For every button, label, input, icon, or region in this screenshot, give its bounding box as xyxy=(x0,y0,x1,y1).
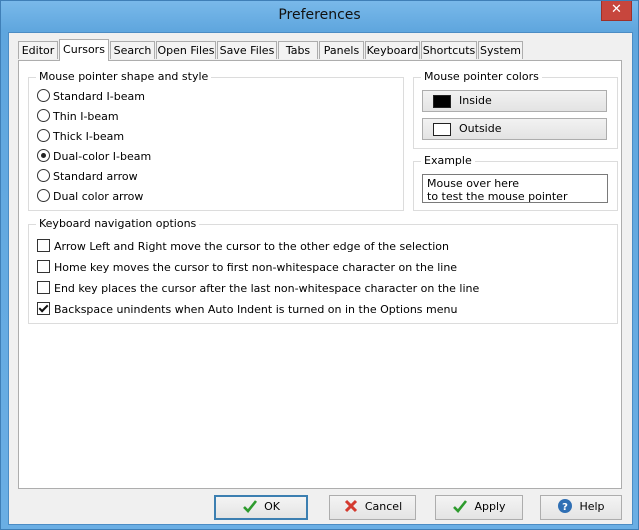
radio-dual-color-ibeam[interactable]: Dual-color I-beam xyxy=(37,149,151,165)
inside-color-swatch xyxy=(433,95,451,108)
checkmark-icon xyxy=(453,500,468,513)
radio-label: Dual-color I-beam xyxy=(53,150,152,163)
tab-shortcuts[interactable]: Shortcuts xyxy=(421,41,477,59)
keyboard-nav-title: Keyboard navigation options xyxy=(36,217,200,230)
example-title: Example xyxy=(421,154,475,167)
close-button[interactable]: ✕ xyxy=(601,1,632,21)
radio-dual-color-arrow[interactable]: Dual color arrow xyxy=(37,189,143,205)
tab-search[interactable]: Search xyxy=(110,41,155,59)
radio-label: Thin I-beam xyxy=(53,110,119,123)
apply-label: Apply xyxy=(474,500,506,513)
outside-color-swatch xyxy=(433,123,451,136)
radio-indicator[interactable] xyxy=(37,89,50,102)
help-label: Help xyxy=(579,500,605,513)
radio-label: Thick I-beam xyxy=(53,130,125,143)
pointer-shape-title: Mouse pointer shape and style xyxy=(36,70,212,83)
svg-text:?: ? xyxy=(563,502,569,513)
outside-color-button[interactable]: Outside xyxy=(422,118,607,140)
cancel-label: Cancel xyxy=(364,500,403,513)
outside-label: Outside xyxy=(459,122,502,135)
tab-editor[interactable]: Editor xyxy=(18,41,58,59)
help-button[interactable]: ? Help xyxy=(540,495,622,520)
tab-keyboard[interactable]: Keyboard xyxy=(365,41,420,59)
checkbox-arrow-left-right[interactable]: Arrow Left and Right move the cursor to … xyxy=(37,239,449,255)
radio-indicator[interactable] xyxy=(37,189,50,202)
ok-label: OK xyxy=(264,500,280,513)
checkmark-icon xyxy=(243,500,258,513)
preferences-window: Preferences ✕ Editor Cursors Search Open… xyxy=(0,0,639,530)
inside-color-button[interactable]: Inside xyxy=(422,90,607,112)
radio-standard-arrow[interactable]: Standard arrow xyxy=(37,169,138,185)
cancel-button[interactable]: Cancel xyxy=(329,495,416,520)
tab-panels[interactable]: Panels xyxy=(319,41,364,59)
pointer-colors-title: Mouse pointer colors xyxy=(421,70,542,83)
checkbox-label: Home key moves the cursor to first non-w… xyxy=(54,261,458,274)
checkbox-box[interactable] xyxy=(37,239,50,252)
checkbox-box[interactable] xyxy=(37,281,50,294)
dialog-body: Editor Cursors Search Open Files Save Fi… xyxy=(8,32,633,525)
example-line-1: Mouse over here xyxy=(427,177,520,190)
radio-indicator[interactable] xyxy=(37,109,50,122)
radio-standard-ibeam[interactable]: Standard I-beam xyxy=(37,89,145,105)
radio-indicator[interactable] xyxy=(37,129,50,142)
checkbox-label: Backspace unindents when Auto Indent is … xyxy=(54,303,458,316)
radio-indicator-selected[interactable] xyxy=(37,149,50,162)
inside-label: Inside xyxy=(459,94,492,107)
radio-label: Dual color arrow xyxy=(53,190,144,203)
tab-tabs[interactable]: Tabs xyxy=(278,41,318,59)
checkbox-box-checked[interactable] xyxy=(37,302,50,315)
keyboard-nav-group: Keyboard navigation options Arrow Left a… xyxy=(28,217,618,324)
example-line-2: to test the mouse pointer xyxy=(427,190,568,203)
radio-thin-ibeam[interactable]: Thin I-beam xyxy=(37,109,119,125)
radio-indicator[interactable] xyxy=(37,169,50,182)
example-test-area[interactable]: Mouse over here to test the mouse pointe… xyxy=(422,174,608,203)
cursors-panel: Mouse pointer shape and style Standard I… xyxy=(18,60,622,489)
checkbox-label: End key places the cursor after the last… xyxy=(54,282,480,295)
radio-label: Standard arrow xyxy=(53,170,138,183)
checkbox-home-key[interactable]: Home key moves the cursor to first non-w… xyxy=(37,260,457,276)
tab-open-files[interactable]: Open Files xyxy=(156,41,216,59)
ok-button[interactable]: OK xyxy=(214,495,308,520)
pointer-shape-group: Mouse pointer shape and style Standard I… xyxy=(28,70,404,211)
window-title: Preferences xyxy=(278,7,361,23)
checkbox-label: Arrow Left and Right move the cursor to … xyxy=(54,240,449,253)
checkbox-backspace-unindents[interactable]: Backspace unindents when Auto Indent is … xyxy=(37,302,457,318)
tab-system[interactable]: System xyxy=(478,41,523,59)
pointer-colors-group: Mouse pointer colors Inside Outside xyxy=(413,70,618,149)
cross-icon xyxy=(344,499,357,513)
checkbox-box[interactable] xyxy=(37,260,50,273)
close-icon: ✕ xyxy=(611,2,622,17)
apply-button[interactable]: Apply xyxy=(435,495,523,520)
radio-thick-ibeam[interactable]: Thick I-beam xyxy=(37,129,124,145)
example-group: Example Mouse over here to test the mous… xyxy=(413,154,618,211)
radio-label: Standard I-beam xyxy=(53,90,145,103)
title-bar[interactable]: Preferences ✕ xyxy=(1,1,638,32)
tab-cursors[interactable]: Cursors xyxy=(59,39,109,61)
help-icon: ? xyxy=(558,499,573,513)
tab-save-files[interactable]: Save Files xyxy=(217,41,277,59)
checkbox-end-key[interactable]: End key places the cursor after the last… xyxy=(37,281,479,297)
